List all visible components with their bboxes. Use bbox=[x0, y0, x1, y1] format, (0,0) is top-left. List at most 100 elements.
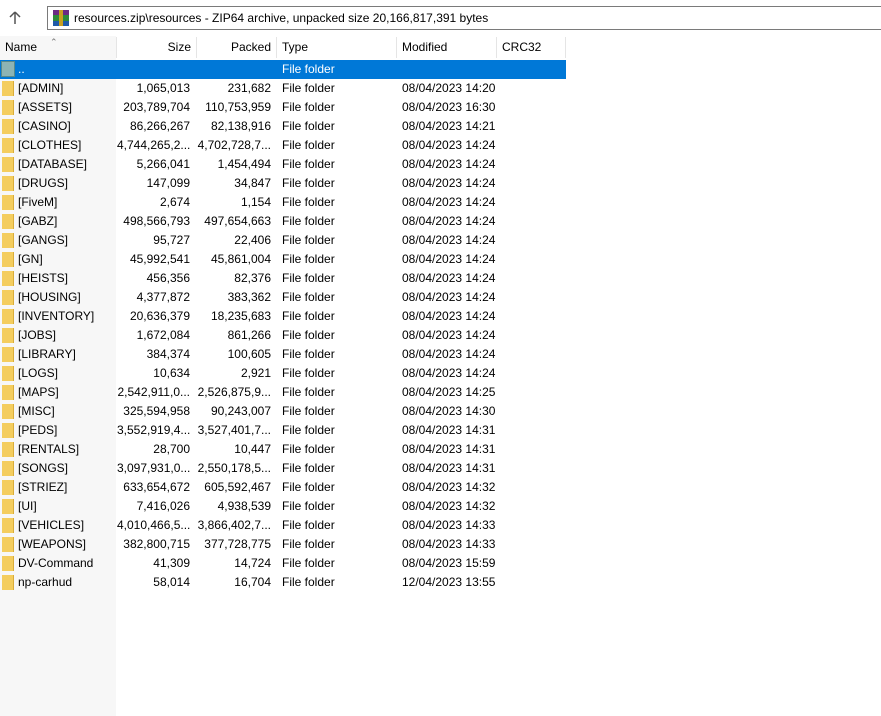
sort-up-icon: ⌃ bbox=[50, 37, 58, 47]
row-size: 3,552,919,4... bbox=[117, 423, 190, 437]
up-arrow-button[interactable] bbox=[4, 8, 26, 28]
folder-icon bbox=[2, 442, 14, 457]
row-type: File folder bbox=[282, 404, 335, 418]
row-type: File folder bbox=[282, 518, 335, 532]
row-packed: 605,592,467 bbox=[204, 480, 271, 494]
table-row[interactable]: [WEAPONS] 382,800,715 377,728,775 File fold… bbox=[0, 535, 566, 554]
row-size: 2,674 bbox=[159, 195, 190, 209]
row-name: [DRUGS] bbox=[18, 176, 69, 190]
table-row[interactable]: [LOGS] 10,634 2,921 File folder 08/04/2023 1… bbox=[0, 364, 566, 383]
row-name: [MISC] bbox=[18, 404, 55, 418]
table-row[interactable]: [ASSETS] 203,789,704 110,753,959 File folde… bbox=[0, 98, 566, 117]
row-type: File folder bbox=[282, 176, 335, 190]
table-row[interactable]: [INVENTORY] 20,636,379 18,235,683 File fold… bbox=[0, 307, 566, 326]
row-modified: 08/04/2023 14:24 bbox=[402, 328, 496, 342]
table-row[interactable]: [JOBS] 1,672,084 861,266 File folder 08/04/2… bbox=[0, 326, 566, 345]
row-name: [STRIEZ] bbox=[18, 480, 68, 494]
folder-icon bbox=[2, 309, 14, 324]
row-packed: 3,527,401,7... bbox=[197, 423, 271, 437]
toolbar: resources.zip\resources - ZIP64 archive,… bbox=[0, 0, 881, 37]
row-size: 4,377,872 bbox=[136, 290, 190, 304]
row-packed: 2,921 bbox=[240, 366, 271, 380]
table-row[interactable]: [HOUSING] 4,377,872 383,362 File folder 08/0… bbox=[0, 288, 566, 307]
parent-folder-row[interactable]: .. File folder bbox=[0, 60, 566, 79]
row-type: File folder bbox=[282, 575, 335, 589]
row-packed: 14,724 bbox=[234, 556, 271, 570]
table-row[interactable]: [GN] 45,992,541 45,861,004 File folder 08/04… bbox=[0, 250, 566, 269]
row-modified: 12/04/2023 13:55 bbox=[402, 575, 496, 589]
folder-icon bbox=[2, 366, 14, 381]
table-row[interactable]: [SONGS] 3,097,931,0... 2,550,178,5... File … bbox=[0, 459, 566, 478]
row-modified: 08/04/2023 14:24 bbox=[402, 309, 496, 323]
table-row[interactable]: [PEDS] 3,552,919,4... 3,527,401,7... File f… bbox=[0, 421, 566, 440]
table-row[interactable]: [GANGS] 95,727 22,406 File folder 08/04/2023… bbox=[0, 231, 566, 250]
address-bar[interactable]: resources.zip\resources - ZIP64 archive,… bbox=[47, 6, 881, 30]
row-name: [GN] bbox=[18, 252, 43, 266]
row-type: File folder bbox=[282, 556, 335, 570]
table-row[interactable]: [LIBRARY] 384,374 100,605 File folder 08/04/… bbox=[0, 345, 566, 364]
row-modified: 08/04/2023 16:30 bbox=[402, 100, 496, 114]
header-modified[interactable]: Modified bbox=[397, 37, 497, 58]
row-modified: 08/04/2023 14:24 bbox=[402, 214, 496, 228]
row-size: 7,416,026 bbox=[136, 499, 190, 513]
row-packed: 497,654,663 bbox=[204, 214, 271, 228]
table-row[interactable]: [FiveM] 2,674 1,154 File folder 08/04/2023 1… bbox=[0, 193, 566, 212]
row-name: .. bbox=[18, 62, 25, 76]
row-modified: 08/04/2023 14:24 bbox=[402, 176, 496, 190]
header-packed[interactable]: Packed bbox=[197, 37, 277, 58]
header-type[interactable]: Type bbox=[277, 37, 397, 58]
row-name: [ASSETS] bbox=[18, 100, 73, 114]
table-row[interactable]: [UI] 7,416,026 4,938,539 File folder 08/04/2… bbox=[0, 497, 566, 516]
row-type: File folder bbox=[282, 290, 335, 304]
row-name: [CLOTHES] bbox=[18, 138, 82, 152]
row-type: File folder bbox=[282, 461, 335, 475]
row-name: [INVENTORY] bbox=[18, 309, 95, 323]
row-type: File folder bbox=[282, 423, 335, 437]
header-size[interactable]: Size bbox=[117, 37, 197, 58]
row-type: File folder bbox=[282, 138, 335, 152]
row-type: File folder bbox=[282, 499, 335, 513]
header-crc32[interactable]: CRC32 bbox=[497, 37, 566, 58]
row-packed: 82,376 bbox=[234, 271, 271, 285]
table-row[interactable]: [HEISTS] 456,356 82,376 File folder 08/04/20… bbox=[0, 269, 566, 288]
row-modified: 08/04/2023 14:30 bbox=[402, 404, 496, 418]
folder-icon bbox=[2, 81, 14, 96]
row-packed: 22,406 bbox=[234, 233, 271, 247]
row-size: 20,636,379 bbox=[129, 309, 190, 323]
winrar-archive-icon bbox=[53, 10, 69, 26]
folder-icon bbox=[2, 271, 14, 286]
table-row[interactable]: DV-Command 41,309 14,724 File folder 08/04/2… bbox=[0, 554, 566, 573]
table-row[interactable]: [STRIEZ] 633,654,672 605,592,467 File folde… bbox=[0, 478, 566, 497]
row-name: [RENTALS] bbox=[18, 442, 80, 456]
table-row[interactable]: [CASINO] 86,266,267 82,138,916 File folder 0… bbox=[0, 117, 566, 136]
row-name: [PEDS] bbox=[18, 423, 58, 437]
row-packed: 110,753,959 bbox=[205, 100, 271, 114]
row-name: [HEISTS] bbox=[18, 271, 69, 285]
table-row[interactable]: [DATABASE] 5,266,041 1,454,494 File folder 0… bbox=[0, 155, 566, 174]
row-name: [GABZ] bbox=[18, 214, 58, 228]
header-name[interactable]: Name ⌃ bbox=[0, 37, 117, 58]
row-name: [UI] bbox=[18, 499, 37, 513]
table-row[interactable]: [MAPS] 2,542,911,0... 2,526,875,9... File f… bbox=[0, 383, 566, 402]
table-row[interactable]: [MISC] 325,594,958 90,243,007 File folder 08… bbox=[0, 402, 566, 421]
table-row[interactable]: [RENTALS] 28,700 10,447 File folder 08/04/20… bbox=[0, 440, 566, 459]
table-row[interactable]: [CLOTHES] 4,744,265,2... 4,702,728,7... Fil… bbox=[0, 136, 566, 155]
row-size: 2,542,911,0... bbox=[117, 385, 190, 399]
row-type: File folder bbox=[282, 233, 335, 247]
row-modified: 08/04/2023 14:24 bbox=[402, 271, 496, 285]
row-name: [CASINO] bbox=[18, 119, 71, 133]
table-row[interactable]: np-carhud 58,014 16,704 File folder 12/04/20… bbox=[0, 573, 566, 592]
table-row[interactable]: [ADMIN] 1,065,013 231,682 File folder 08/04/… bbox=[0, 79, 566, 98]
row-type: File folder bbox=[282, 62, 335, 76]
table-row[interactable]: [VEHICLES] 4,010,466,5... 3,866,402,7... Fi… bbox=[0, 516, 566, 535]
folder-icon bbox=[2, 423, 14, 438]
row-modified: 08/04/2023 14:24 bbox=[402, 233, 496, 247]
row-size: 147,099 bbox=[146, 176, 190, 190]
table-row[interactable]: [DRUGS] 147,099 34,847 File folder 08/04/202… bbox=[0, 174, 566, 193]
row-size: 58,014 bbox=[153, 575, 190, 589]
row-packed: 90,243,007 bbox=[210, 404, 271, 418]
row-packed: 2,526,875,9... bbox=[197, 385, 271, 399]
row-modified: 08/04/2023 14:24 bbox=[402, 366, 496, 380]
row-size: 325,594,958 bbox=[123, 404, 190, 418]
table-row[interactable]: [GABZ] 498,566,793 497,654,663 File folder 0… bbox=[0, 212, 566, 231]
